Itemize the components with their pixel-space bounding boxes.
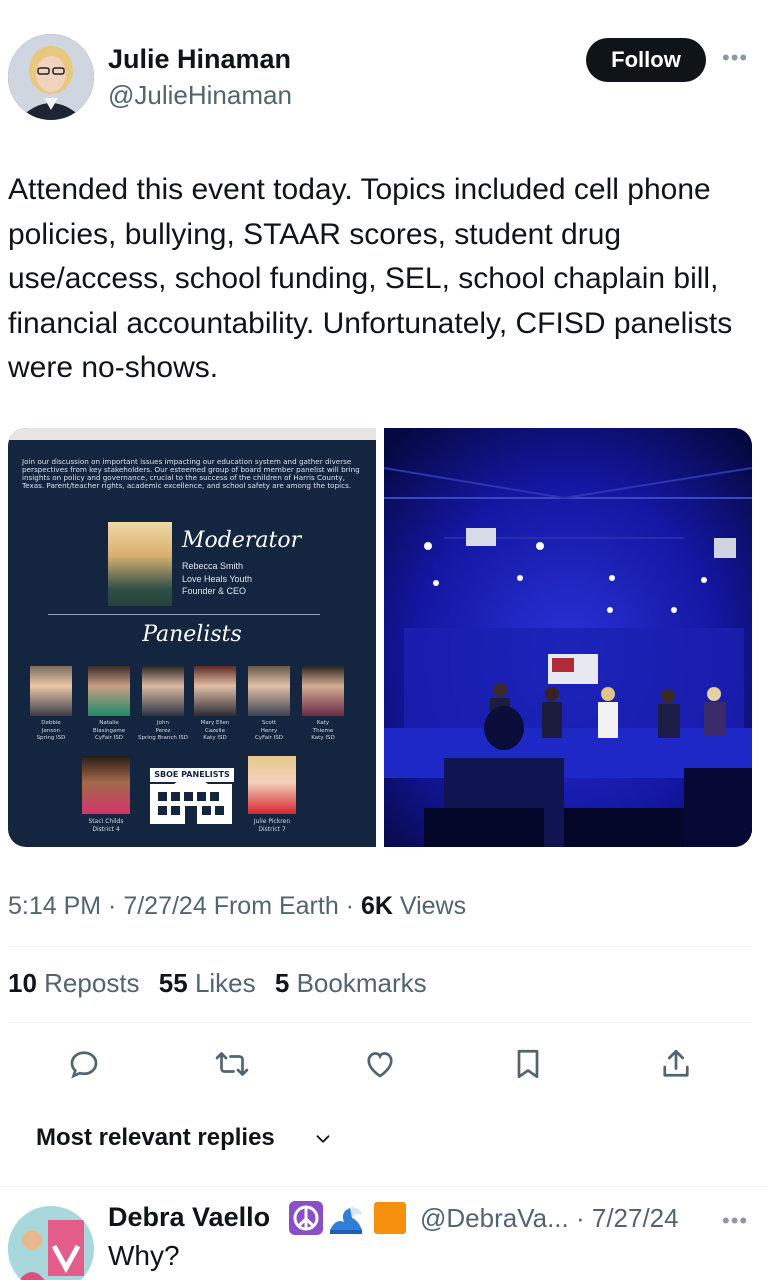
event-flyer-image[interactable]: Join our discussion on important issues …	[8, 428, 376, 847]
moderator-org: Love Heals Youth	[182, 573, 253, 584]
panelist-photo	[88, 666, 130, 716]
panelist-line: Debbie	[41, 720, 61, 726]
bookmarks-label: Bookmarks	[296, 968, 427, 998]
author-handle[interactable]: @JulieHinaman	[108, 80, 292, 111]
reply-handle-date[interactable]: @DebraVa... · 7/27/24	[420, 1203, 679, 1234]
author-name[interactable]: Julie Hinaman	[108, 44, 291, 75]
panelist-line: Mary Ellen	[200, 720, 230, 726]
views-label: Views	[392, 892, 467, 920]
sboe-line: District 7	[258, 826, 286, 833]
bookmarks-count: 5	[274, 968, 290, 998]
moderator-photo	[108, 522, 172, 606]
tweet-source: From Earth	[206, 892, 339, 920]
divider	[8, 1022, 752, 1023]
panelist-caption: Mary Ellen Cazelle Katy ISD	[184, 720, 246, 743]
flyer-top-band	[8, 428, 376, 440]
meta-separator: ·	[338, 892, 361, 920]
orange-square-icon	[372, 1200, 408, 1236]
replies-sort-label[interactable]: Most relevant replies	[36, 1124, 275, 1152]
tweet-time[interactable]: 5:14 PM	[8, 892, 101, 920]
tweet-date[interactable]: 7/27/24	[123, 892, 206, 920]
panelist-photo	[194, 666, 236, 716]
bookmarks-stat[interactable]: 5 Bookmarks	[275, 968, 427, 998]
moderator-name: Rebecca Smith	[182, 561, 244, 571]
action-bar	[0, 1040, 768, 1090]
share-icon[interactable]	[656, 1044, 696, 1084]
sboe-line: Julie Pickren	[253, 818, 291, 825]
likes-stat[interactable]: 55 Likes	[159, 968, 256, 998]
flyer-intro-text: Join our discussion on important issues …	[22, 457, 360, 490]
panelists-heading: Panelists	[142, 622, 242, 647]
sboe-caption: Julie Pickren District 7	[232, 818, 312, 834]
likes-label: Likes	[194, 968, 256, 998]
moderator-details: Rebecca Smith Love Heals Youth Founder &…	[182, 560, 252, 598]
more-options-icon[interactable]: •••	[722, 46, 752, 70]
flyer-divider	[48, 614, 320, 615]
panelist-line: Thieme	[312, 727, 334, 734]
reply-avatar[interactable]	[8, 1206, 94, 1280]
like-icon[interactable]	[360, 1044, 400, 1084]
event-stage-photo[interactable]	[384, 428, 752, 847]
sboe-photo	[248, 756, 296, 814]
divider	[8, 946, 752, 947]
panelist-line: CyFair ISD	[94, 735, 123, 741]
panelist-caption: Scott Henry CyFair ISD	[238, 720, 300, 743]
reply-text: Why?	[108, 1240, 180, 1271]
likes-count: 55	[158, 968, 188, 998]
panelist-line: Spring ISD	[36, 735, 66, 741]
panelist-line: Katy	[316, 720, 330, 726]
divider	[0, 1186, 768, 1187]
reposts-stat[interactable]: 10 Reposts	[8, 968, 140, 998]
tweet-text: Attended this event today. Topics includ…	[8, 173, 733, 384]
panelist-line: Cazelle	[205, 727, 225, 734]
follow-button[interactable]: Follow	[586, 38, 706, 82]
reply-icon[interactable]	[64, 1044, 104, 1084]
tweet-meta: 5:14 PM · 7/27/24 From Earth · 6K Views	[8, 892, 466, 921]
panelist-line: Katy ISD	[203, 735, 227, 741]
reply-more-options-icon[interactable]: •••	[722, 1208, 748, 1234]
panelist-line: CyFair ISD	[254, 735, 283, 741]
tweet-media: Join our discussion on important issues …	[8, 428, 752, 847]
panelist-photo	[248, 666, 290, 716]
panelist-caption: Katy Thieme Katy ISD	[292, 720, 354, 743]
reposts-label: Reposts	[44, 968, 140, 998]
panelist-line: Katy ISD	[311, 735, 335, 741]
engagement-stats: 10 Reposts 55 Likes 5 Bookmarks	[8, 968, 439, 999]
panelist-line: Blasingame	[92, 727, 126, 734]
panelist-line: Henry	[260, 727, 278, 734]
panelist-line: Scott	[261, 720, 277, 726]
water-wave-icon	[328, 1200, 364, 1236]
moderator-role: Founder & CEO	[182, 586, 247, 596]
sboe-caption: Staci Childs District 4	[66, 818, 146, 834]
panelist-line: Jenson	[41, 727, 61, 734]
sboe-line: District 4	[92, 826, 120, 833]
repost-icon[interactable]	[212, 1044, 252, 1084]
panelist-line: Natalie	[99, 720, 119, 726]
panelist-caption: Debbie Jenson Spring ISD	[20, 720, 82, 743]
chevron-down-icon[interactable]	[312, 1128, 334, 1150]
peace-symbol-icon	[288, 1200, 324, 1236]
sboe-line: Staci Childs	[88, 818, 124, 825]
tweet-header: Julie Hinaman @JulieHinaman Follow •••	[0, 0, 768, 140]
reply-author-name[interactable]: Debra Vaello	[108, 1202, 270, 1233]
panelist-photo	[142, 666, 184, 716]
panelist-caption: Natalie Blasingame CyFair ISD	[78, 720, 140, 743]
sboe-photo	[82, 756, 130, 814]
reposts-count: 10	[8, 968, 37, 998]
views-count: 6K	[360, 892, 393, 920]
meta-separator: ·	[101, 892, 124, 920]
panelist-photo	[30, 666, 72, 716]
sboe-label: SBOE PANELISTS	[150, 768, 234, 782]
author-avatar[interactable]	[8, 34, 94, 120]
panelist-photo	[302, 666, 344, 716]
bookmark-icon[interactable]	[508, 1044, 548, 1084]
moderator-heading: Moderator	[182, 528, 302, 553]
